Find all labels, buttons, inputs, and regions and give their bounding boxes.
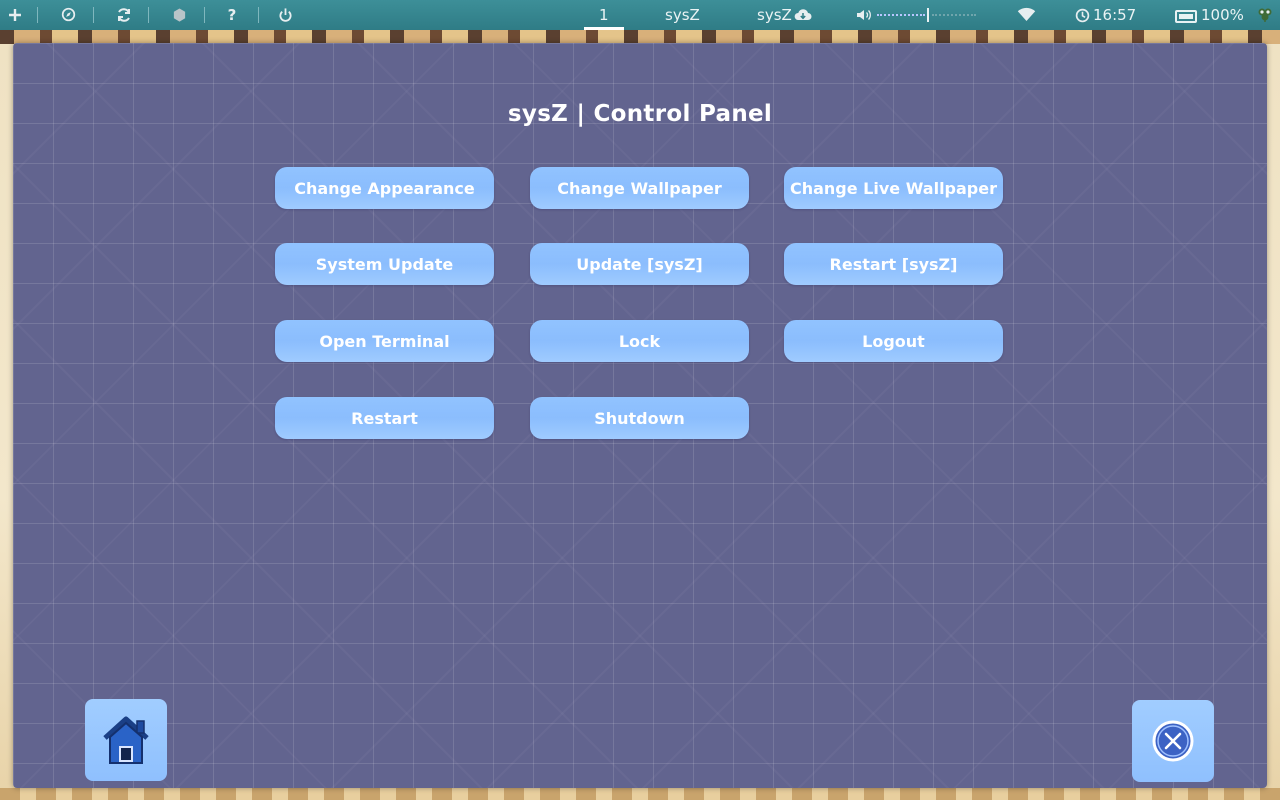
logout-button[interactable]: Logout [784,320,1003,362]
workspace-number[interactable]: 1 [599,6,609,24]
page-title: sysZ | Control Panel [507,101,773,127]
clock-icon [1074,5,1090,25]
top-status-bar: ? 1 sysZ sysZ 16:57 100% [0,0,1280,30]
change-live-wallpaper-button[interactable]: Change Live Wallpaper [784,167,1003,209]
change-wallpaper-button[interactable]: Change Wallpaper [530,167,749,209]
battery-icon [1175,10,1197,23]
close-button[interactable] [1132,700,1214,782]
active-workspace-indicator [584,27,624,30]
close-circle-icon [1132,719,1214,763]
control-panel-window: sysZ | Control Panel Change Appearance C… [13,43,1267,788]
update-sysz-button[interactable]: Update [sysZ] [530,243,749,285]
volume-icon[interactable] [855,5,873,25]
shutdown-button[interactable]: Shutdown [530,397,749,439]
lock-button[interactable]: Lock [530,320,749,362]
power-icon[interactable] [275,5,295,25]
plus-icon[interactable] [5,5,25,25]
clock-time[interactable]: 16:57 [1093,6,1136,24]
workspace-name[interactable]: sysZ [665,6,700,24]
volume-slider-track[interactable] [932,14,976,16]
open-terminal-button[interactable]: Open Terminal [275,320,494,362]
leaf-tray-icon[interactable] [1255,5,1275,25]
active-window-title: sysZ [757,6,792,24]
change-appearance-button[interactable]: Change Appearance [275,167,494,209]
battery-level: 100% [1201,6,1244,24]
wifi-icon[interactable] [1016,5,1036,25]
cloud-download-icon [793,5,813,25]
refresh-icon[interactable] [114,5,134,25]
help-icon[interactable]: ? [223,5,241,25]
system-update-button[interactable]: System Update [275,243,494,285]
restart-button[interactable]: Restart [275,397,494,439]
restart-sysz-button[interactable]: Restart [sysZ] [784,243,1003,285]
volume-slider-handle[interactable] [927,8,929,22]
home-icon [85,714,167,766]
home-button[interactable] [85,699,167,781]
compass-icon[interactable] [58,5,78,25]
hexagon-icon[interactable] [169,5,189,25]
volume-slider-filled[interactable] [877,14,925,16]
